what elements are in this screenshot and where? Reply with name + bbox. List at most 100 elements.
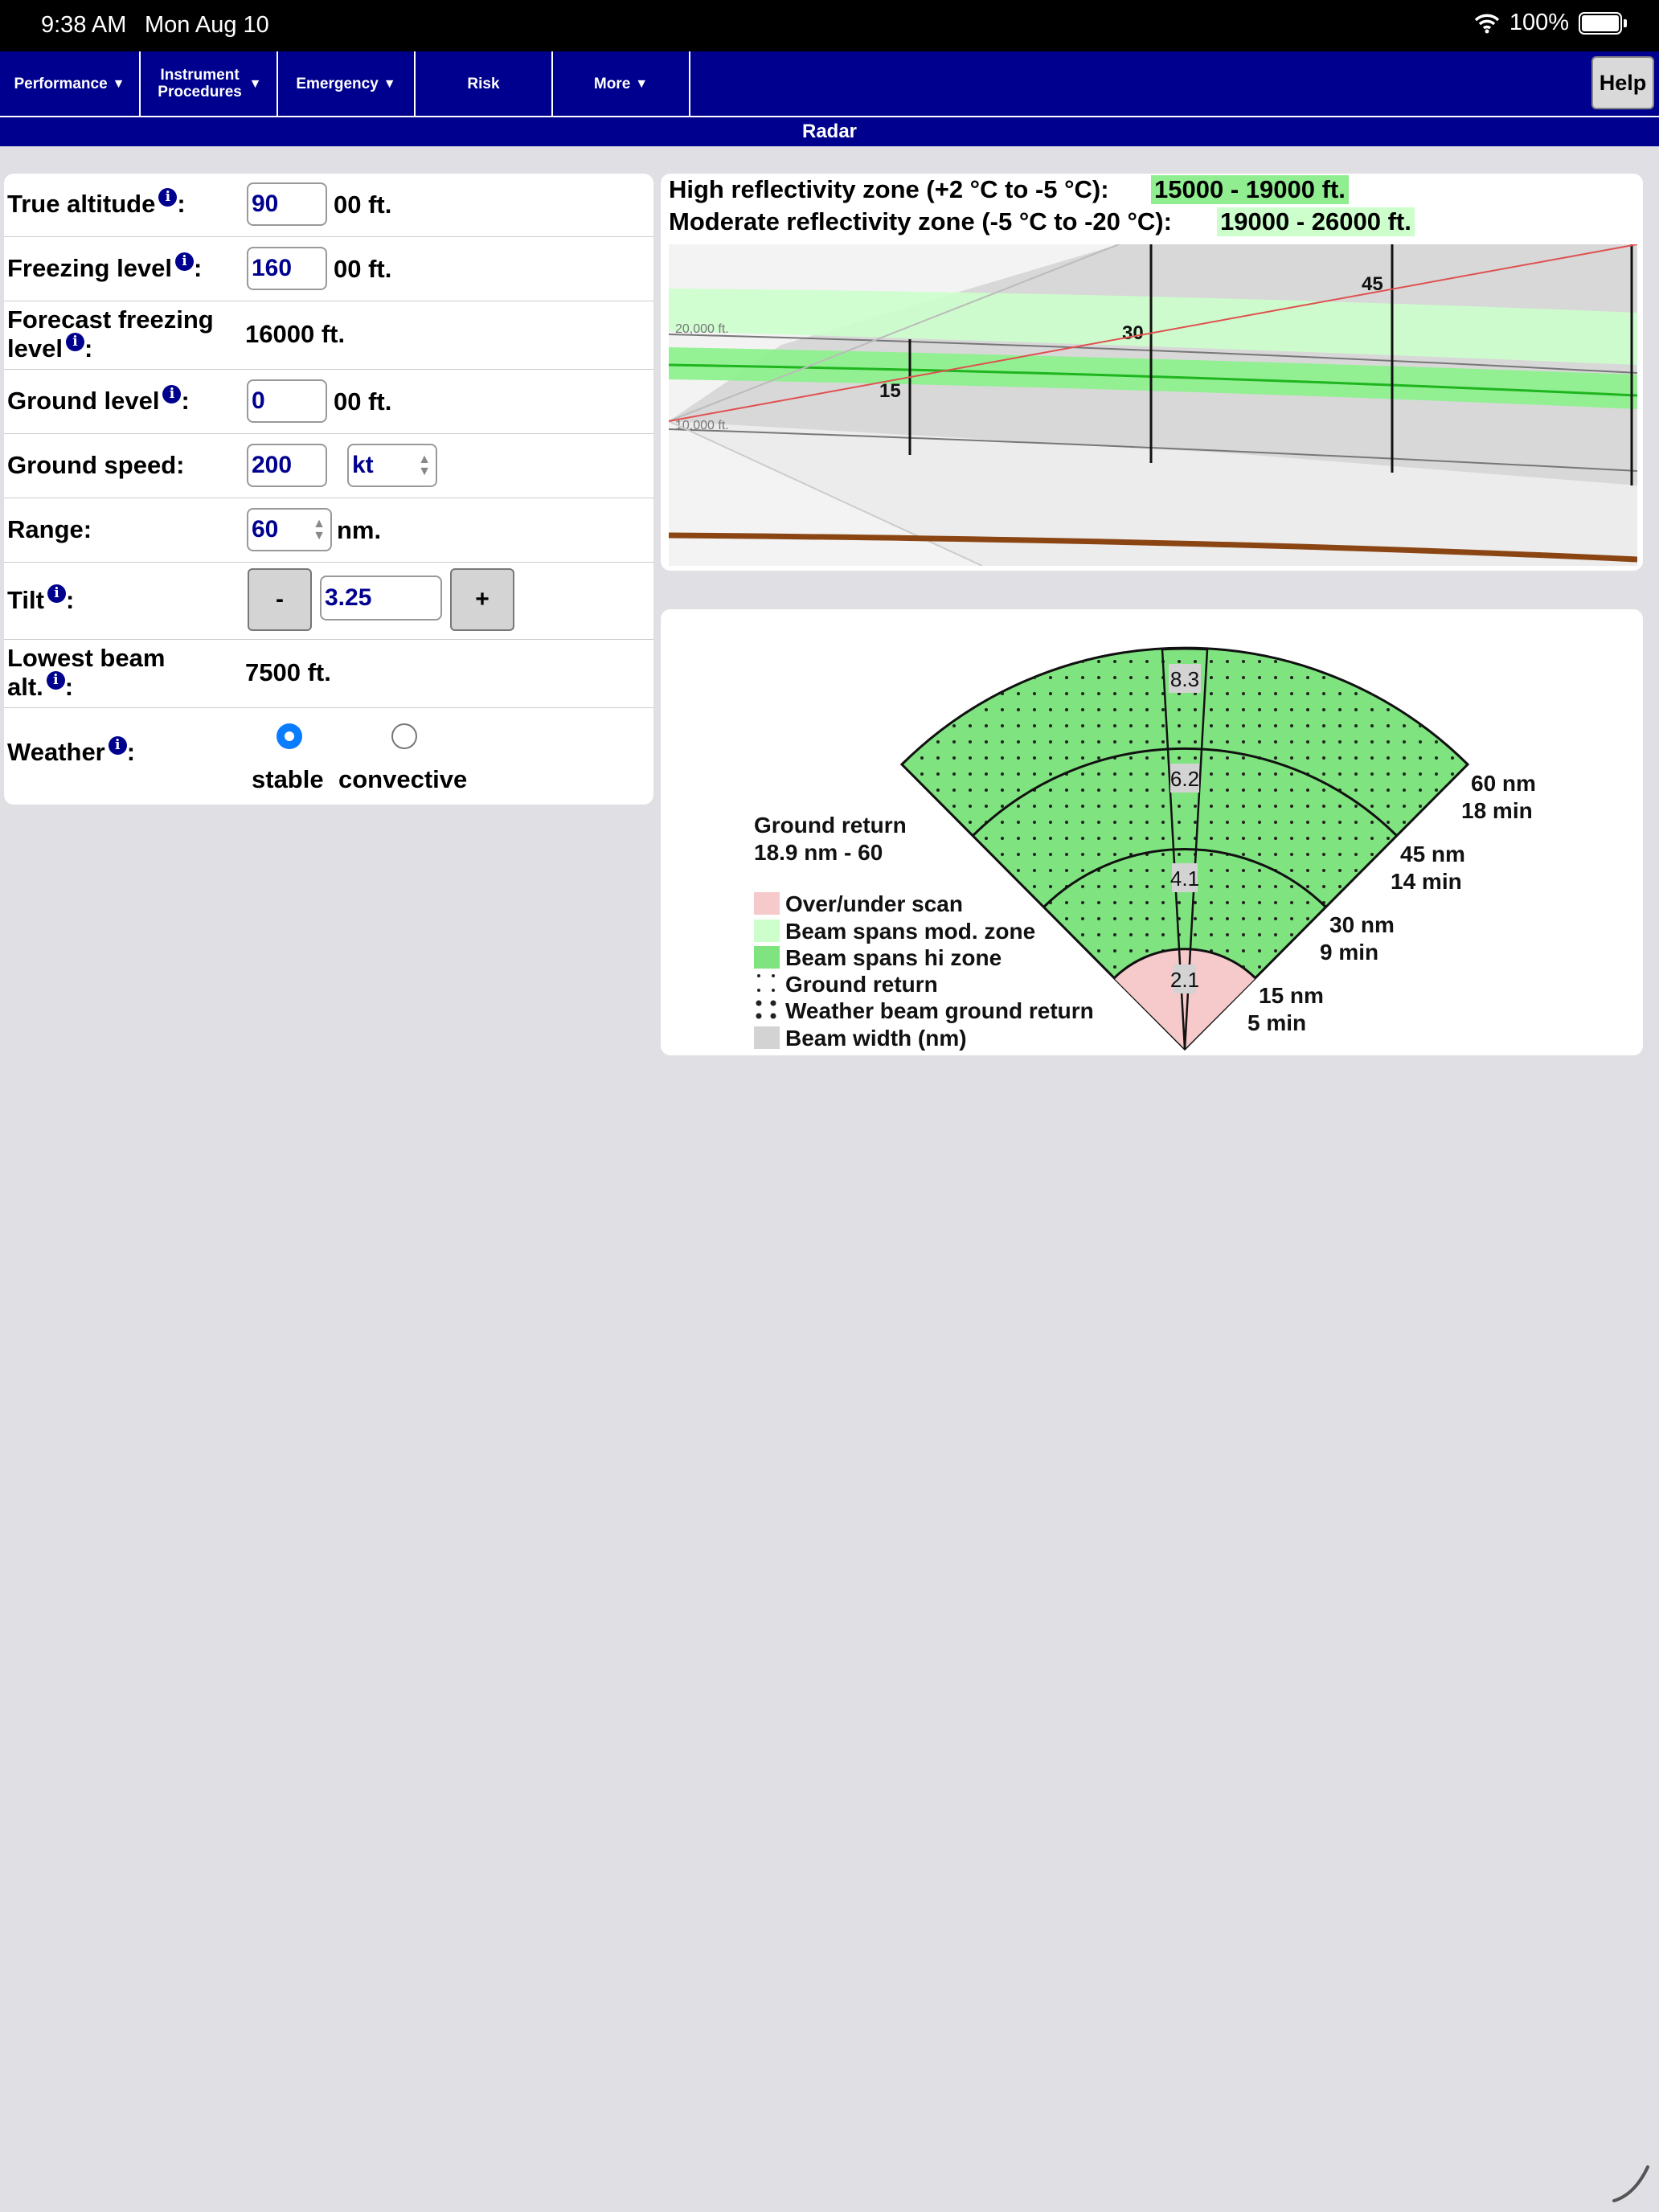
info-icon[interactable]: i [46,671,65,690]
nav-label: Performance [14,75,108,92]
label-colon: : [64,673,74,701]
battery-percent: 100% [1509,10,1569,35]
range-value: 60 [252,516,279,543]
tilt-input[interactable]: 3.25 [320,576,442,621]
reflectivity-profile-panel: High reflectivity zone (+2 °C to -5 °C):… [661,174,1643,571]
forecast-freezing-value: 16000 ft. [245,320,346,348]
legend-swatch-green [754,946,780,969]
legend-label: Beam spans hi zone [785,945,1002,970]
tilt-row: Tilt i: - 3.25 + [4,562,653,640]
radar-sector-diagram: 8.3 6.2 4.1 2.1 60 nm 18 min 45 nm 14 mi… [754,646,1536,1051]
range-label-30-nm: 30 nm [1329,912,1395,937]
label-text: Ground level [7,387,160,415]
label-text: Tilt [7,586,44,614]
weather-convective-label: convective [338,765,468,793]
radar-input-form: True altitude i: 90 00 ft. Freezing level… [4,174,653,805]
label-text: Lowest beam [7,644,166,672]
tilt-label: Tilt i: [7,584,75,615]
freezing-level-unit: 00 ft. [334,255,392,283]
speed-unit-value: kt [352,452,374,478]
range-label-15-nm: 15 nm [1259,983,1324,1008]
info-icon[interactable]: i [158,188,178,207]
range-label-60-min: 18 min [1461,798,1533,823]
moderate-zone-value: 19000 - 26000 ft. [1217,207,1415,236]
label-text: Freezing level [7,254,173,282]
legend-swatch-pink [754,892,780,915]
info-icon[interactable]: i [65,333,84,351]
ground-level-row: Ground level i: 0 00 ft. [4,369,653,434]
select-arrows-icon: ▲ ▼ [418,453,431,478]
forecast-freezing-row: Forecast freezing level i: 16000 ft. [4,301,653,370]
true-altitude-label: True altitude i: [7,188,186,219]
ground-level-label: Ground level i: [7,385,190,416]
tilt-increase-button[interactable]: + [450,568,514,631]
legend-label: Beam spans mod. zone [785,919,1035,944]
tilt-decrease-button[interactable]: - [248,568,312,631]
range-row: Range: 60 ▲ ▼ nm. [4,498,653,563]
speed-unit-select[interactable]: kt ▲ ▼ [347,444,437,487]
nav-label: Emergency [296,75,379,92]
select-arrows-icon: ▲ ▼ [313,517,326,543]
range-marker-label: 15 [879,380,901,402]
range-select[interactable]: 60 ▲ ▼ [247,508,332,551]
info-icon[interactable]: i [175,252,195,271]
label-colon: : [177,190,186,218]
nav-risk[interactable]: Risk [416,51,553,116]
weather-convective-radio[interactable] [391,723,417,749]
page-title: Radar [0,117,1659,146]
legend: Over/under scan Beam spans mod. zone Bea… [754,891,1094,1051]
battery-tip [1624,18,1627,27]
true-altitude-row: True altitude i: 90 00 ft. [4,174,653,237]
label-text: Forecast freezing [7,305,214,334]
info-icon[interactable]: i [162,385,182,403]
nav-performance[interactable]: Performance ▼ [0,51,141,116]
ground-level-unit: 00 ft. [334,387,392,416]
range-label-30-min: 9 min [1320,940,1378,965]
beam-width-label: 2.1 [1170,968,1199,992]
legend-label: Over/under scan [785,891,963,916]
ground-return-title: Ground return [754,813,907,838]
chevron-down-icon: ▼ [635,76,649,91]
status-bar: 9:38 AM Mon Aug 10 100% [0,0,1659,51]
weather-stable-radio[interactable] [276,723,302,749]
label-colon: : [84,334,93,363]
range-label-45-min: 14 min [1391,869,1462,894]
altitude-label-10000: 10,000 ft. [675,419,729,432]
label-colon: : [126,738,136,766]
beam-width-label: 4.1 [1170,866,1199,891]
legend-label: Weather beam ground return [785,998,1094,1023]
weather-row: Weather i: stable convective [4,707,653,805]
help-button[interactable]: Help [1591,56,1654,109]
label-colon: : [65,586,75,614]
freezing-level-label: Freezing level i: [7,252,202,283]
range-label: Range: [7,515,92,543]
lowest-beam-label: Lowest beam alt. i: [7,644,165,702]
nav-instrument-procedures[interactable]: Instrument Procedures ▼ [141,51,278,116]
label-text: alt. [7,673,43,701]
chevron-down-icon: ▼ [383,76,396,91]
ground-return-range: 18.9 nm - 60 [754,840,883,865]
true-altitude-input[interactable]: 90 [247,182,327,226]
high-zone-value: 15000 - 19000 ft. [1151,175,1349,204]
status-time: 9:38 AM [41,12,127,38]
range-label-45-nm: 45 nm [1400,842,1465,866]
legend-label: Ground return [785,972,938,997]
nav-more[interactable]: More ▼ [553,51,690,116]
freezing-level-row: Freezing level i: 160 00 ft. [4,236,653,301]
nav-emergency[interactable]: Emergency ▼ [278,51,416,116]
ground-speed-input[interactable]: 200 [247,444,327,487]
nav-label: Risk [467,75,500,92]
label-colon: : [181,387,190,415]
lowest-beam-row: Lowest beam alt. i: 7500 ft. [4,639,653,708]
altitude-label-20000: 20,000 ft. [675,322,729,336]
wifi-icon [1474,14,1500,33]
info-icon[interactable]: i [47,584,66,603]
label-text: level [7,334,63,363]
range-label-15-min: 5 min [1247,1010,1306,1035]
info-icon[interactable]: i [108,736,127,755]
status-date: Mon Aug 10 [145,12,269,38]
ground-level-input[interactable]: 0 [247,379,327,423]
vertical-beam-profile: 20,000 ft. 10,000 ft. 15 30 45 [669,244,1637,566]
main-nav: Performance ▼ Instrument Procedures ▼ Em… [0,51,1659,117]
freezing-level-input[interactable]: 160 [247,247,327,290]
